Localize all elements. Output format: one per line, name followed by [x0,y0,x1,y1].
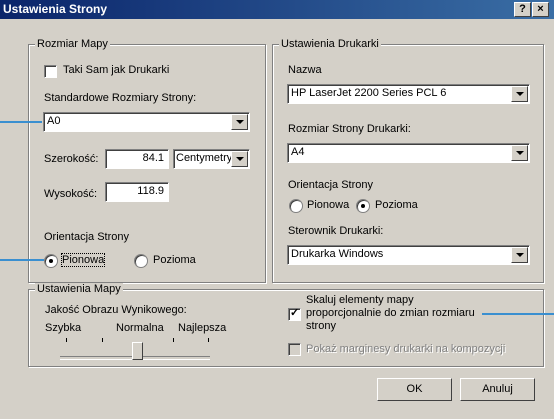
slider-thumb[interactable] [132,342,143,360]
page-setup-dialog: Ustawienia Strony ? × Rozmiar Mapy Taki … [0,0,554,419]
printer-name-value: HP LaserJet 2200 Series PCL 6 [291,87,447,99]
chevron-down-icon[interactable] [231,151,248,167]
quality-slider[interactable] [60,336,214,364]
map-orientation-label: Orientacja Strony [44,231,129,243]
map-portrait-label[interactable]: Pionowa [60,253,106,267]
quality-label: Jakość Obrazu Wynikowego: [45,304,187,316]
title-bar[interactable]: Ustawienia Strony ? × [0,0,554,19]
scale-elements-checkbox[interactable]: ✓ [288,307,301,321]
height-input[interactable]: 118.9 [105,182,169,202]
chevron-down-icon[interactable] [231,114,248,130]
standard-sizes-label: Standardowe Rozmiary Strony: [44,92,197,104]
show-margins-label: Pokaż marginesy drukarki na kompozycji [306,343,506,355]
standard-size-select[interactable]: A0 [43,112,250,132]
printer-driver-value: Drukarka Windows [291,248,384,260]
scale-elements-label-line3[interactable]: strony [306,320,336,332]
chevron-down-icon[interactable] [511,145,528,161]
printer-paper-size-value: A4 [291,146,305,158]
callout-line-size [0,121,42,123]
printer-name-label: Nazwa [288,64,322,76]
printer-settings-legend: Ustawienia Drukarki [279,38,381,50]
quality-high-label: Najlepsza [178,322,227,334]
callout-line-orientation [0,259,44,261]
slider-tick [102,338,103,342]
standard-size-value: A0 [47,115,61,127]
printer-landscape-label[interactable]: Pozioma [375,199,418,211]
help-button[interactable]: ? [514,2,531,17]
map-landscape-label[interactable]: Pozioma [153,254,196,266]
cancel-button[interactable]: Anuluj [460,378,535,401]
quality-normal-label: Normalna [116,322,164,334]
printer-name-select[interactable]: HP LaserJet 2200 Series PCL 6 [287,84,530,104]
same-as-printer-checkbox[interactable] [44,65,57,78]
unit-value: Centymetry [176,152,233,164]
scale-elements-label-line1[interactable]: Skaluj elementy mapy [306,294,414,306]
height-value: 118.9 [137,185,164,197]
printer-portrait-label[interactable]: Pionowa [307,199,349,211]
width-input[interactable]: 84.1 [105,149,169,169]
height-label: Wysokość: [44,188,98,200]
check-icon: ✓ [290,307,300,319]
slider-tick [66,338,67,342]
close-button[interactable]: × [532,2,549,17]
scale-elements-label-line2[interactable]: proporcjonalnie do zmian rozmiaru [306,307,475,319]
map-size-legend: Rozmiar Mapy [35,38,110,50]
slider-tick [208,338,209,342]
printer-driver-select[interactable]: Drukarka Windows [287,245,530,265]
window-title: Ustawienia Strony [3,2,108,16]
radio-selected-dot [49,259,53,263]
map-portrait-radio[interactable] [44,254,58,268]
width-value: 84.1 [142,152,164,164]
quality-low-label: Szybka [45,322,82,334]
callout-line-scale [482,313,554,315]
map-landscape-radio[interactable] [134,254,148,268]
same-as-printer-label: Taki Sam jak Drukarki [63,64,170,76]
printer-paper-size-select[interactable]: A4 [287,143,530,163]
slider-tick [173,338,174,342]
width-label: Szerokość: [44,153,99,165]
show-margins-checkbox[interactable] [288,343,301,356]
printer-orientation-label: Orientacja Strony [288,179,373,191]
printer-portrait-radio[interactable] [289,199,303,213]
printer-driver-label: Sterownik Drukarki: [288,225,384,237]
printer-paper-size-label: Rozmiar Strony Drukarki: [288,123,411,135]
unit-select[interactable]: Centymetry [173,149,250,169]
map-settings-legend: Ustawienia Mapy [35,283,123,295]
printer-landscape-radio[interactable] [356,199,370,213]
chevron-down-icon[interactable] [511,86,528,102]
radio-selected-dot [361,204,365,208]
ok-button[interactable]: OK [377,378,452,401]
chevron-down-icon[interactable] [511,247,528,263]
